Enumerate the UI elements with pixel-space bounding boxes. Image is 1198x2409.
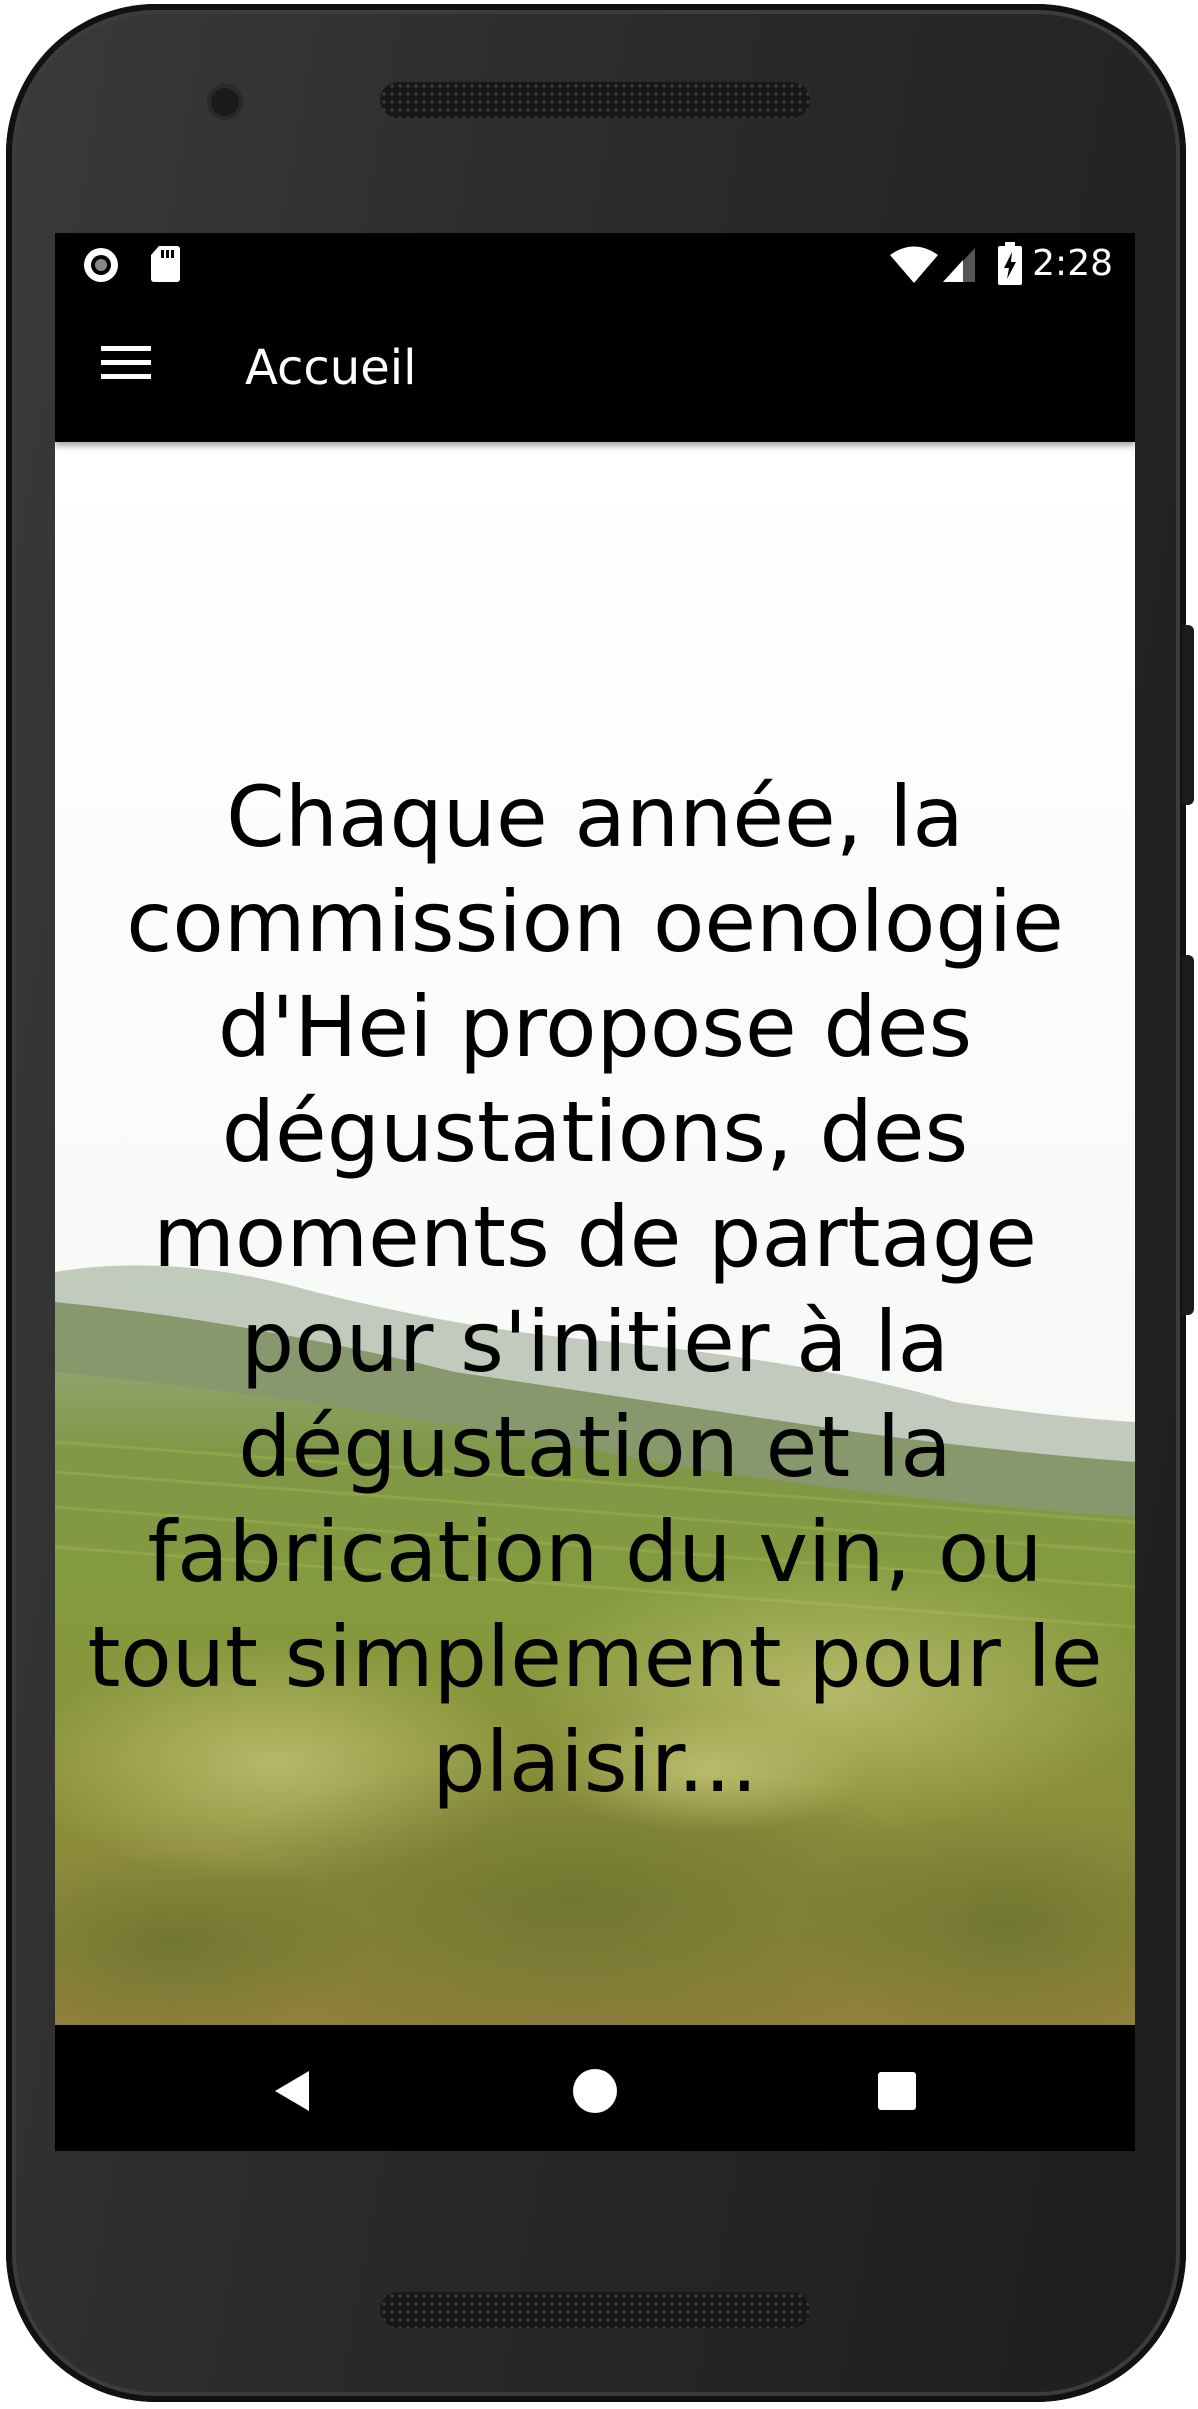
status-time: 2:28 [1032,243,1113,284]
record-icon [84,248,118,282]
battery-charging-icon [998,242,1022,285]
wifi-icon [890,246,938,283]
menu-icon[interactable] [101,343,151,383]
intro-text: Chaque année, la commission oenologie d'… [87,768,1103,1811]
navigation-bar [55,2025,1135,2151]
sd-card-icon [151,246,180,282]
top-speaker-grille [380,82,810,118]
recents-icon[interactable] [877,2071,917,2111]
home-icon[interactable] [571,2067,619,2115]
device-screen: 2:28 Accueil Chaque année, la commission… [55,233,1135,2151]
front-camera [207,84,243,120]
status-bar: 2:28 [55,233,1135,296]
main-content: Chaque année, la commission oenologie d'… [55,442,1135,2025]
signal-icon [943,248,975,282]
power-button [1182,955,1194,1315]
back-icon[interactable] [271,2069,311,2113]
page-title: Accueil [245,340,417,396]
bottom-speaker-grille [380,2292,810,2328]
app-bar: Accueil [55,296,1135,442]
volume-button [1182,625,1194,805]
